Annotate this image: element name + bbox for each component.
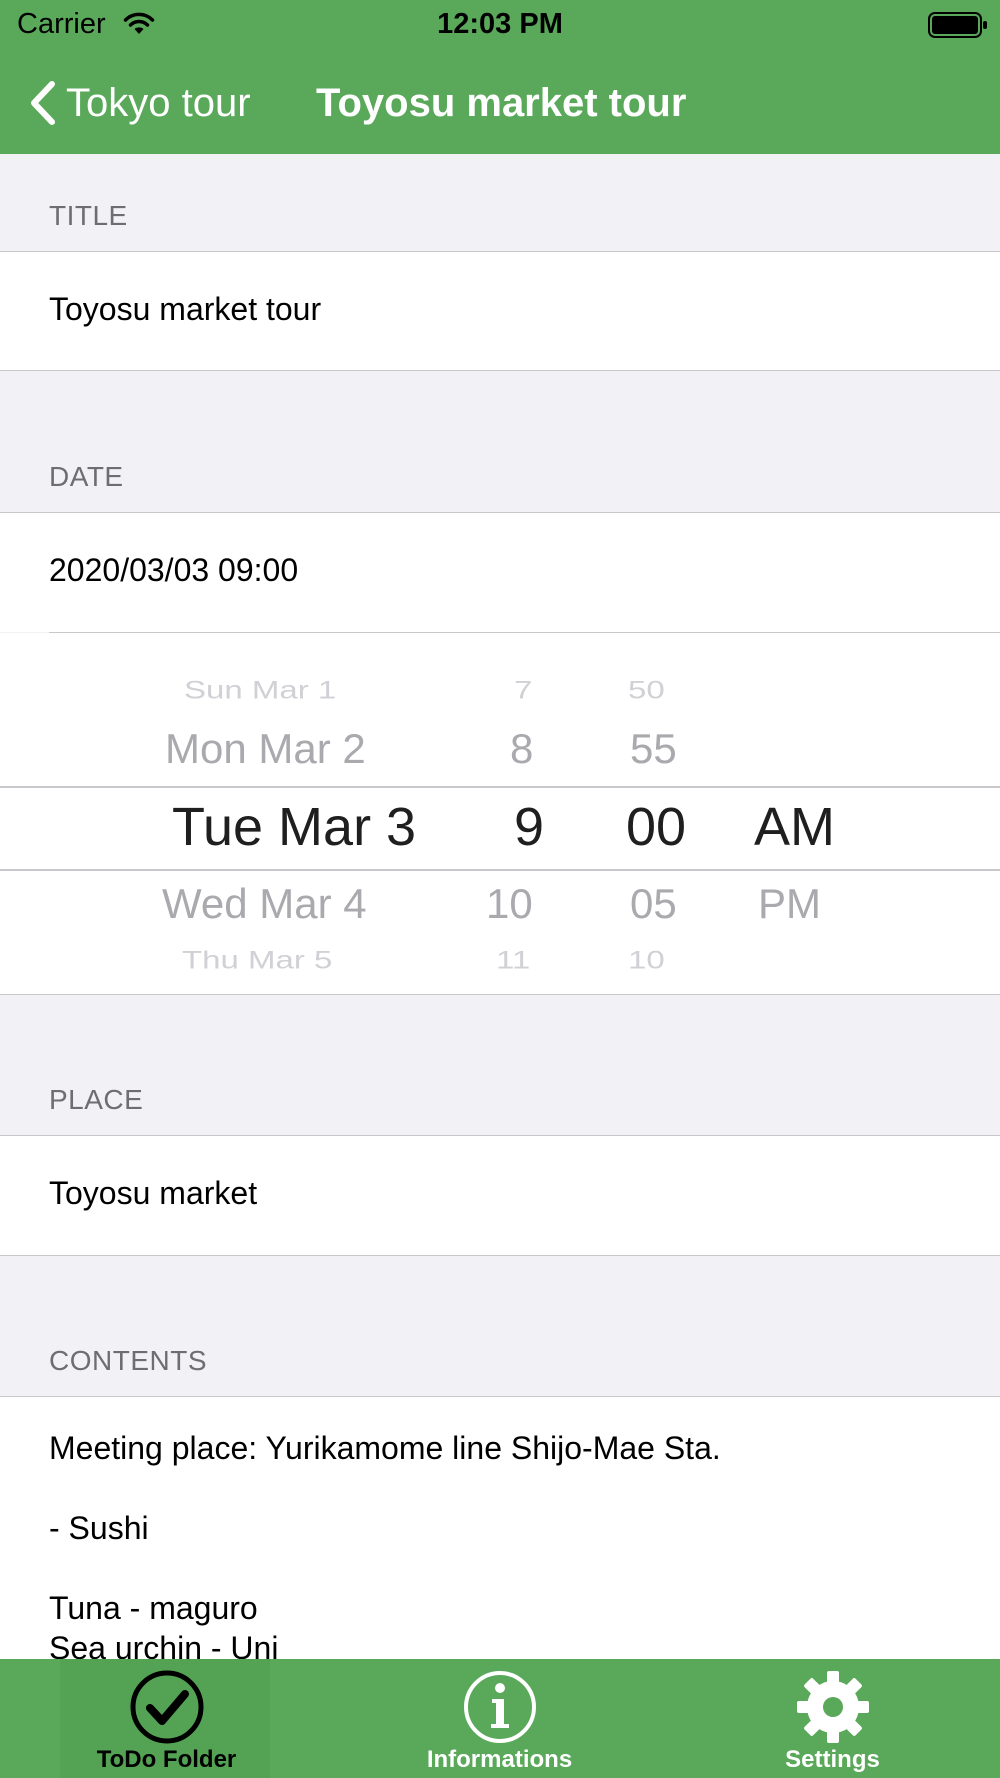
info-circle-icon <box>463 1671 536 1743</box>
page-title: Toyosu market tour <box>316 81 687 125</box>
contents-section-header: CONTENTS <box>49 1345 207 1376</box>
divider <box>0 370 1000 371</box>
picker-ampm-selected[interactable]: AM <box>754 796 835 858</box>
tab-settings[interactable]: Settings <box>666 1659 999 1778</box>
tab-label: Settings <box>785 1746 880 1773</box>
picker-day-option[interactable]: Sun Mar 1 <box>184 676 336 705</box>
chevron-left-icon <box>31 81 55 125</box>
picker-hour-option[interactable]: 7 <box>514 676 532 705</box>
tab-label: ToDo Folder <box>96 1746 237 1773</box>
navigation-bar: Tokyo tour Toyosu market tour <box>0 60 1000 144</box>
picker-minute-selected[interactable]: 00 <box>626 796 686 858</box>
picker-day-option[interactable]: Mon Mar 2 <box>165 725 366 773</box>
picker-hour-option[interactable]: 11 <box>496 946 530 975</box>
picker-hour-selected[interactable]: 9 <box>514 796 544 858</box>
date-time-picker[interactable]: Sun Mar 1 Mon Mar 2 Tue Mar 3 Wed Mar 4 … <box>0 633 1000 994</box>
picker-minute-option[interactable]: 10 <box>628 946 665 975</box>
back-button-label: Tokyo tour <box>66 80 251 125</box>
status-bar: Carrier 12:03 PM <box>0 0 1000 50</box>
title-cell[interactable]: Toyosu market tour <box>0 252 1000 370</box>
picker-day-selected[interactable]: Tue Mar 3 <box>172 796 416 858</box>
divider <box>0 994 1000 995</box>
contents-text-area[interactable]: Meeting place: Yurikamome line Shijo-Mae… <box>49 1428 721 1659</box>
tab-bar: ToDo Folder Informations Settings <box>0 1659 1000 1778</box>
header: Carrier 12:03 PM Tokyo tour Toyosu marke… <box>0 0 1000 154</box>
gear-icon <box>796 1671 869 1743</box>
place-section-header: PLACE <box>49 1084 144 1115</box>
picker-minute-option[interactable]: 55 <box>630 725 677 773</box>
picker-day-option[interactable]: Wed Mar 4 <box>162 880 367 928</box>
picker-selection-top-line <box>0 786 1000 788</box>
checkmark-circle-icon <box>130 1670 203 1744</box>
date-section-header: DATE <box>49 461 124 492</box>
back-button[interactable]: Tokyo tour <box>26 78 251 128</box>
tab-label: Informations <box>426 1746 573 1773</box>
tab-todo-folder[interactable]: ToDo Folder <box>0 1659 333 1778</box>
tab-informations[interactable]: Informations <box>333 1659 666 1778</box>
picker-day-option[interactable]: Thu Mar 5 <box>182 946 332 975</box>
place-field[interactable]: Toyosu market <box>49 1175 257 1212</box>
picker-minute-option[interactable]: 50 <box>628 676 665 705</box>
clock: 12:03 PM <box>437 8 563 40</box>
contents-cell[interactable]: Meeting place: Yurikamome line Shijo-Mae… <box>0 1397 1000 1659</box>
divider <box>0 1255 1000 1256</box>
title-section-header: TITLE <box>49 200 128 231</box>
date-value[interactable]: 2020/03/03 09:00 <box>49 552 298 589</box>
picker-hour-option[interactable]: 10 <box>486 880 533 928</box>
picker-minute-option[interactable]: 05 <box>630 880 677 928</box>
date-cell[interactable]: 2020/03/03 09:00 <box>0 513 1000 632</box>
picker-selection-bottom-line <box>0 869 1000 871</box>
picker-ampm-option[interactable]: PM <box>758 880 821 928</box>
place-cell[interactable]: Toyosu market <box>0 1136 1000 1255</box>
battery-icon <box>928 12 987 38</box>
title-field[interactable]: Toyosu market tour <box>49 291 321 328</box>
picker-hour-option[interactable]: 8 <box>510 725 533 773</box>
